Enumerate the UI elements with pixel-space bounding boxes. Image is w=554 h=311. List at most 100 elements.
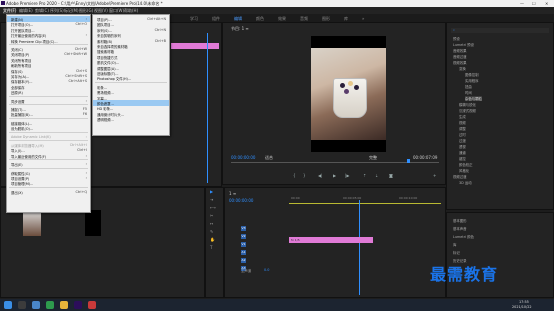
file-menu-item[interactable]: Adobe Dynamic Link(K) ›	[7, 134, 90, 140]
effects-tree-item[interactable]: 3D 运动	[459, 180, 472, 185]
effects-tree-item[interactable]: 时间	[465, 90, 472, 95]
panel-essential-graphics[interactable]: 基本图形	[453, 218, 467, 223]
master-track-value[interactable]: 0.0	[264, 268, 269, 272]
track-a2[interactable]: A2	[233, 258, 281, 266]
file-menu-item[interactable]: 同步设置 ›	[7, 98, 90, 104]
right-lower-panel	[446, 212, 554, 298]
effects-tree-item[interactable]: 过时	[459, 132, 466, 137]
effects-tree-item[interactable]: 键控	[459, 156, 466, 161]
effects-tree-item[interactable]: 沉浸式视频	[459, 108, 476, 113]
timeline-tab[interactable]: 1 ≡	[229, 191, 236, 196]
menu-separator	[9, 131, 88, 133]
file-menu-item[interactable]: 转换 Premiere Clip 项目(C)...	[7, 38, 90, 44]
search-taskbar-icon[interactable]	[18, 301, 26, 309]
maximize-button[interactable]: ☐	[532, 1, 536, 6]
program-video-frame	[311, 36, 386, 152]
panel-markers[interactable]: 标记	[453, 250, 460, 255]
file-menu-item[interactable]: 导出(E) ›	[7, 161, 90, 167]
app-taskbar-icon[interactable]	[88, 301, 96, 309]
close-button[interactable]: ✕	[545, 1, 548, 6]
effects-tree-item[interactable]: 生成	[459, 114, 466, 119]
track-target[interactable]: V1	[241, 242, 246, 247]
ripple-edit-tool-icon[interactable]: ⟷	[210, 205, 216, 210]
slip-tool-icon[interactable]: ↔	[210, 221, 215, 226]
effects-tree-item[interactable]: Lumetri 预设	[453, 42, 474, 47]
track-target[interactable]: V3	[241, 226, 246, 231]
effects-tree-item[interactable]: 图像控制	[465, 72, 479, 77]
resolution-dropdown[interactable]: 完整	[369, 155, 377, 161]
panel-essential-sound[interactable]: 基本声音	[453, 226, 467, 231]
track-target[interactable]: V2	[241, 234, 246, 239]
extract-icon[interactable]: ⇣	[375, 173, 378, 178]
project-thumbnail[interactable]	[23, 210, 41, 236]
play-icon[interactable]: ▶	[333, 173, 336, 178]
chevron-right-icon: ›	[85, 176, 87, 180]
selection-tool-icon[interactable]: ▶	[210, 189, 215, 194]
file-menu-item-label: 批量捕捉(B)...	[11, 113, 33, 118]
effects-tree-item[interactable]: 音频过渡	[453, 54, 467, 59]
timeline-playhead[interactable]	[359, 200, 360, 295]
panel-libraries[interactable]: 库	[453, 242, 456, 247]
export-frame-icon[interactable]: ◙	[389, 173, 393, 178]
effects-tree-item[interactable]: 扭曲	[465, 84, 472, 89]
file-menu-item[interactable]: 设为脱机(O)...	[7, 125, 90, 131]
lift-icon[interactable]: ⇡	[363, 173, 366, 178]
menu-separator	[9, 95, 88, 97]
timeline-timecode[interactable]: 00:00:00:00	[229, 198, 253, 203]
pen-tool-icon[interactable]: ✎	[210, 229, 215, 234]
panel-lumetri-color[interactable]: Lumetri 颜色	[453, 234, 474, 239]
start-icon[interactable]	[4, 301, 12, 309]
work-area-bar[interactable]	[289, 203, 441, 204]
effects-tree-item[interactable]: 透视	[459, 144, 466, 149]
program-timecode-left[interactable]: 00:00:00:00	[231, 155, 255, 160]
mark-out-icon[interactable]: }	[303, 173, 306, 178]
new-submenu-item[interactable]: Photoshop 文件(H)...	[93, 75, 169, 81]
track-v1[interactable]: V1	[233, 242, 281, 250]
step-back-icon[interactable]: ◀|	[318, 173, 322, 178]
effects-tree-item[interactable]: 颜色校正	[459, 162, 473, 167]
task-view-icon[interactable]	[32, 301, 40, 309]
browser-icon[interactable]	[46, 301, 54, 309]
file-menu-item[interactable]: 退出(X) Ctrl+Q	[7, 189, 90, 195]
file-menu-item[interactable]: 导入最近使用的文件(F) ›	[7, 153, 90, 159]
effects-tree-item[interactable]: 实用程序	[465, 78, 479, 83]
premiere-taskbar-icon[interactable]	[74, 301, 82, 309]
type-tool-icon[interactable]: T	[210, 245, 215, 250]
track-select-tool-icon[interactable]: ⇥	[210, 197, 215, 202]
fit-dropdown[interactable]: 适合	[265, 155, 273, 161]
hand-tool-icon[interactable]: ✋	[210, 237, 215, 242]
mark-in-icon[interactable]: {	[293, 173, 296, 178]
razor-tool-icon[interactable]: ✂	[210, 213, 215, 218]
effects-tree-item[interactable]: 调整	[459, 126, 466, 131]
track-target[interactable]: A1	[241, 250, 246, 255]
file-menu-item[interactable]: 还原(R)	[7, 89, 90, 95]
file-menu-item[interactable]: 项目管理(M)...	[7, 180, 90, 186]
effects-tree-item[interactable]: 杂色与颗粒	[465, 96, 482, 101]
effects-tree-item[interactable]: 音频效果	[453, 48, 467, 53]
effects-tree-item[interactable]: 预设	[453, 36, 460, 41]
folder-icon[interactable]	[60, 301, 68, 309]
file-menu-item-shortcut: Ctrl+W	[74, 47, 87, 51]
track-a1[interactable]: A1	[233, 250, 281, 258]
effects-tree-item[interactable]: 模糊与锐化	[459, 102, 476, 107]
new-submenu-item[interactable]: 透明视频...	[93, 116, 169, 122]
project-thumbnail-black[interactable]	[85, 210, 101, 236]
track-v3[interactable]: V3	[233, 226, 281, 234]
effects-tree-item[interactable]: 变换	[459, 66, 466, 71]
effects-tree-item[interactable]: 风格化	[459, 168, 469, 173]
track-v2[interactable]: V2	[233, 234, 281, 242]
add-button-icon[interactable]: +	[433, 173, 436, 178]
effects-tree-item[interactable]: 视频效果	[453, 60, 467, 65]
effects-search-input[interactable]	[451, 28, 549, 33]
track-target[interactable]: A2	[241, 258, 246, 263]
program-playhead[interactable]	[407, 159, 410, 163]
workspace-more[interactable]: »	[362, 16, 364, 21]
effects-tree-item[interactable]: 通道	[459, 150, 466, 155]
effects-tree-item[interactable]: 视频过渡	[453, 174, 467, 179]
effects-tree-item[interactable]: 过渡	[459, 138, 466, 143]
minimize-button[interactable]: —	[520, 1, 524, 6]
step-forward-icon[interactable]: |▶	[345, 173, 349, 178]
effects-tree-item[interactable]: 视频	[459, 120, 466, 125]
file-menu-item[interactable]: 批量捕捉(B)... F6	[7, 111, 90, 117]
timeline-clip[interactable]: fx 1/5	[289, 237, 373, 243]
